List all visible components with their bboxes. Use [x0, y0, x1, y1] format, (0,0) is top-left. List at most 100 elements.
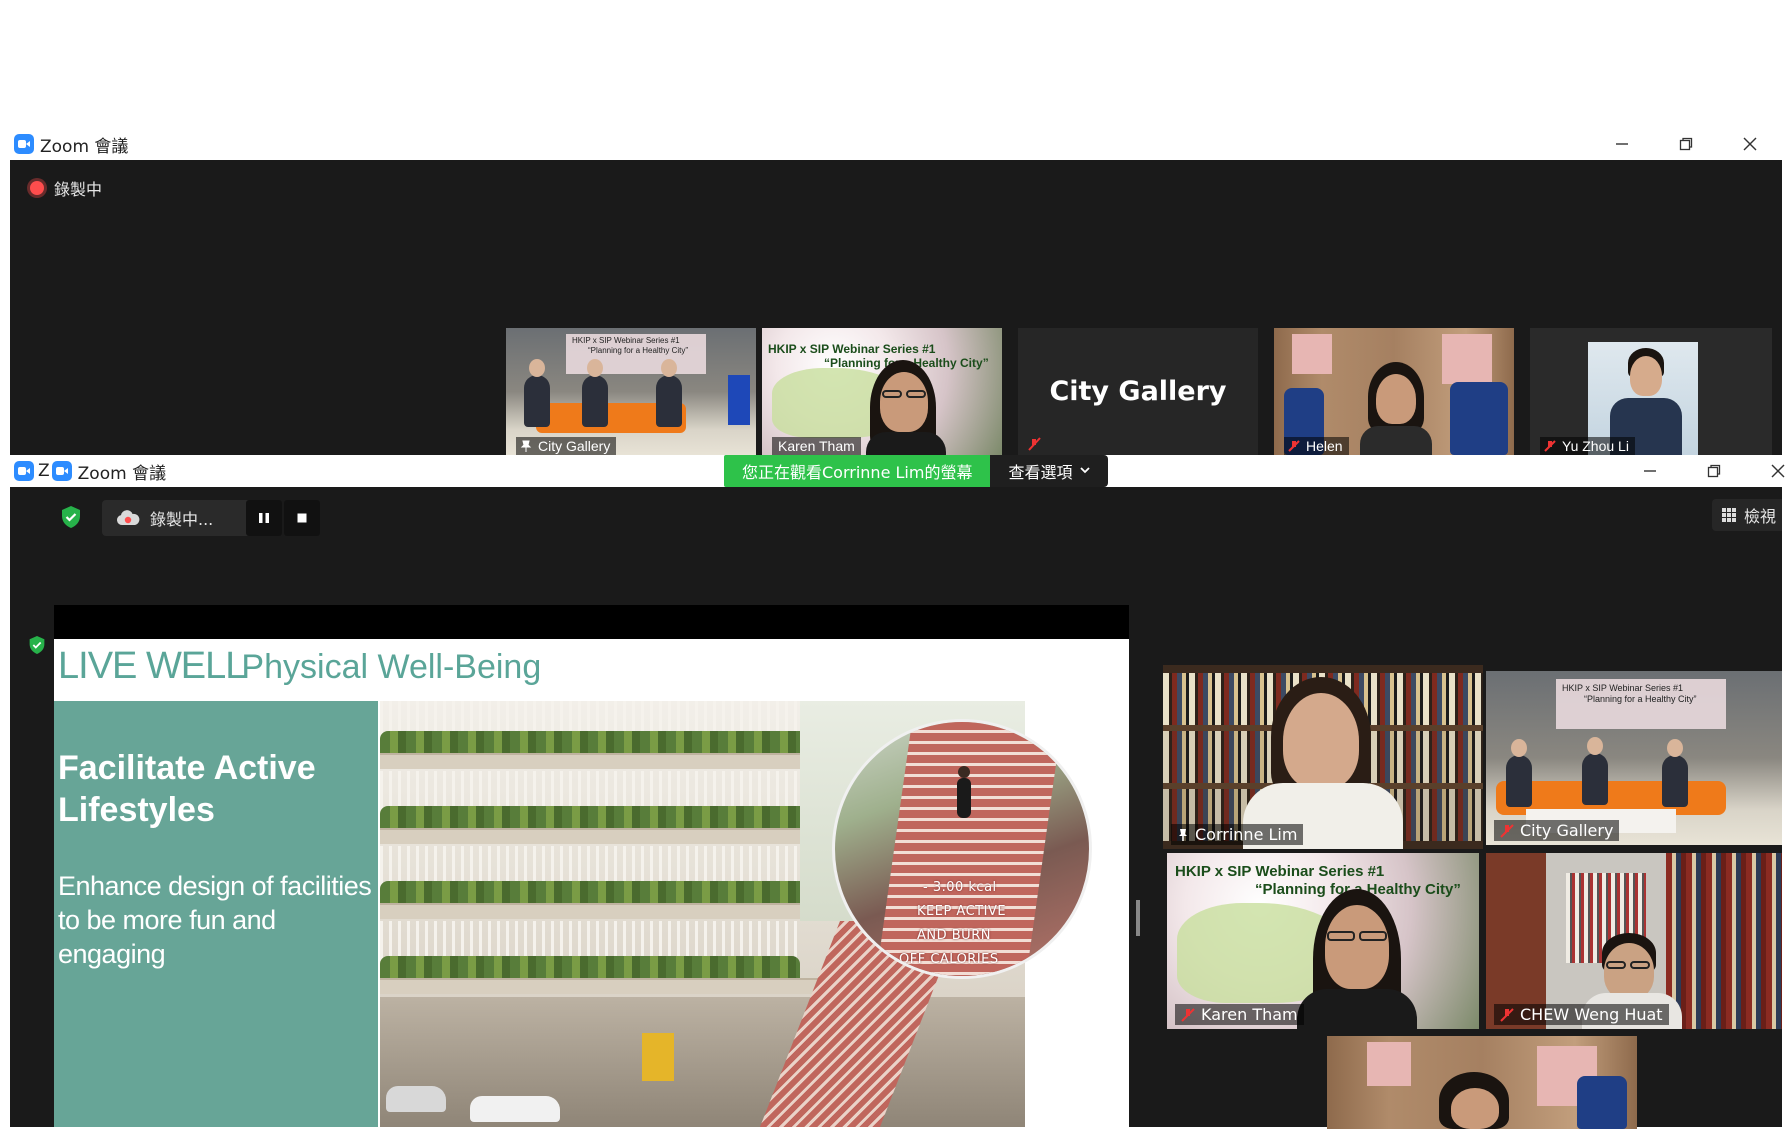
viewing-screen-label: 您正在觀看Corrinne Lim的螢幕	[724, 455, 991, 487]
thumbnail-karen-tham[interactable]: HKIP x SIP Webinar Series #1 “Planning f…	[762, 328, 1002, 455]
participant-face	[1325, 905, 1389, 989]
room-slide-line2: “Planning for a Healthy City”	[1584, 694, 1697, 704]
pause-recording-button[interactable]	[246, 500, 282, 536]
participant-name-large: City Gallery	[1049, 376, 1227, 407]
window1-titlebar: Zoom 會議	[10, 128, 1782, 160]
window2-title-stub: Z	[38, 461, 50, 481]
mic-muted-icon	[1288, 440, 1300, 452]
participant-figure	[1662, 739, 1688, 807]
glasses-icon	[882, 390, 902, 398]
record-dot-icon	[30, 181, 44, 195]
slide-title-main: LIVE WELL	[58, 645, 246, 687]
mic-muted-icon	[1028, 437, 1041, 451]
stop-icon	[297, 513, 307, 523]
gallery-tile-name: City Gallery	[1494, 820, 1620, 841]
participant-face	[1376, 374, 1416, 424]
thumbnail-name: City Gallery	[516, 437, 617, 455]
car	[470, 1096, 560, 1122]
grid-icon	[1721, 508, 1736, 522]
minimize-button[interactable]	[1590, 129, 1654, 159]
glasses-icon	[1327, 931, 1355, 941]
mic-muted-icon	[1500, 823, 1514, 838]
pause-icon	[259, 513, 269, 523]
restore-button[interactable]	[1682, 456, 1746, 486]
stop-recording-button[interactable]	[284, 500, 320, 536]
slide-heading-line1: Facilitate Active	[58, 749, 316, 787]
zoom-logo-icon	[51, 461, 72, 481]
window1-controls	[1590, 129, 1782, 159]
participant-face	[1283, 693, 1359, 789]
mic-muted-icon	[1181, 1007, 1195, 1022]
security-shield-icon	[29, 636, 45, 654]
car	[386, 1086, 446, 1112]
gallery-tile-name: Corrinne Lim	[1171, 824, 1304, 845]
recording-label: 錄製中...	[150, 510, 214, 529]
gallery-view-label: 檢視	[1743, 507, 1776, 526]
screen-share-banner: 您正在觀看Corrinne Lim的螢幕 查看選項	[724, 455, 1109, 487]
participant-figure	[1506, 739, 1532, 807]
slide-text-panel: Facilitate Active Lifestyles Enhance des…	[54, 701, 378, 1127]
slide-series-title: HKIP x SIP Webinar Series #1	[1175, 863, 1385, 880]
slide-series-title: HKIP x SIP Webinar Series #1	[768, 342, 936, 356]
thumbnail-name: Yu Zhou Li	[1540, 437, 1635, 455]
mic-muted-icon	[1500, 1007, 1514, 1022]
gallery-tile-name: Karen Tham	[1175, 1004, 1304, 1025]
stair-text-kcal: - 3.00 kcal	[923, 880, 997, 895]
participant-face	[1630, 356, 1662, 396]
minimize-button[interactable]	[1618, 456, 1682, 486]
thumbnail-city-gallery-name[interactable]: City Gallery	[1018, 328, 1258, 455]
zoom-logo-icon	[14, 461, 34, 481]
participant-figure	[524, 359, 550, 427]
restore-button[interactable]	[1654, 129, 1718, 159]
slide-body-line2: to be more fun and engaging	[58, 905, 276, 969]
gallery-tile-chew-weng-huat[interactable]: CHEW Weng Huat	[1486, 853, 1782, 1029]
participant-face	[1451, 1088, 1499, 1129]
stair-text-burn: AND BURN	[917, 928, 991, 943]
shared-screen[interactable]: LIVE WELLPhysical Well-Being Facilitate …	[54, 639, 1129, 1127]
gallery-tile-city-gallery[interactable]: HKIP x SIP Webinar Series #1 “Planning f…	[1486, 671, 1782, 845]
window2-controls	[1618, 456, 1792, 486]
close-button[interactable]	[1746, 456, 1792, 486]
gallery-tile-partial[interactable]	[1327, 1036, 1637, 1129]
slide-title-sub: Physical Well-Being	[241, 648, 542, 686]
room-slide-line1: HKIP x SIP Webinar Series #1	[1562, 683, 1684, 693]
chevron-down-icon	[1080, 467, 1091, 474]
window1-title: Zoom 會議	[40, 136, 129, 157]
recording-label: 錄製中	[54, 180, 103, 199]
bookshelf	[1666, 853, 1782, 1029]
window1-meeting-area: 錄製中 HKIP x SIP Webinar Series #1 “Planni…	[10, 160, 1782, 455]
recording-indicator[interactable]: 錄製中	[30, 176, 102, 200]
thumbnail-city-gallery[interactable]: HKIP x SIP Webinar Series #1 “Planning f…	[506, 328, 756, 455]
participant-face	[1604, 943, 1654, 999]
thumbnail-name: Karen Tham	[772, 437, 861, 455]
gallery-view-button[interactable]: 檢視	[1711, 499, 1782, 531]
thumbnail-helen[interactable]: Helen	[1274, 328, 1514, 455]
cloud-recording-icon	[116, 510, 140, 525]
split-resize-handle[interactable]	[1136, 900, 1140, 936]
gallery-tile-corrinne-lim[interactable]: Corrinne Lim	[1163, 665, 1483, 849]
slide-title: LIVE WELLPhysical Well-Being	[58, 645, 541, 688]
security-shield-icon[interactable]	[60, 505, 82, 529]
view-options-button[interactable]: 查看選項	[990, 455, 1109, 487]
pin-icon	[1179, 828, 1187, 841]
participant-figure	[582, 359, 608, 427]
view-options-label: 查看選項	[1008, 463, 1073, 482]
stair-text-keep-active: KEEP ACTIVE	[917, 904, 1007, 919]
close-button[interactable]	[1718, 129, 1782, 159]
stair-detail-inset: - 3.00 kcal KEEP ACTIVE AND BURN OFF CAL…	[832, 719, 1092, 979]
room-slide-line2: “Planning for a Healthy City”	[588, 346, 689, 355]
gallery-tile-karen-tham[interactable]: HKIP x SIP Webinar Series #1 “Planning f…	[1167, 853, 1479, 1029]
participant-face	[880, 372, 928, 432]
participant-figure	[1582, 737, 1608, 805]
shared-screen-topbar	[54, 605, 1129, 639]
slide-body-line1: Enhance design of facilities	[58, 871, 372, 901]
participant-figure	[656, 359, 682, 427]
gallery-tile-name: CHEW Weng Huat	[1494, 1004, 1669, 1025]
thumbnail-yu-zhou-li[interactable]: Yu Zhou Li	[1530, 328, 1772, 455]
room-slide-line1: HKIP x SIP Webinar Series #1	[572, 336, 680, 345]
pin-icon	[520, 440, 532, 452]
stair-text-calories: OFF CALORIES	[899, 952, 999, 967]
zoom-logo-icon	[14, 134, 34, 154]
thumbnail-name: Helen	[1284, 437, 1349, 455]
mic-muted-icon	[1544, 440, 1556, 452]
